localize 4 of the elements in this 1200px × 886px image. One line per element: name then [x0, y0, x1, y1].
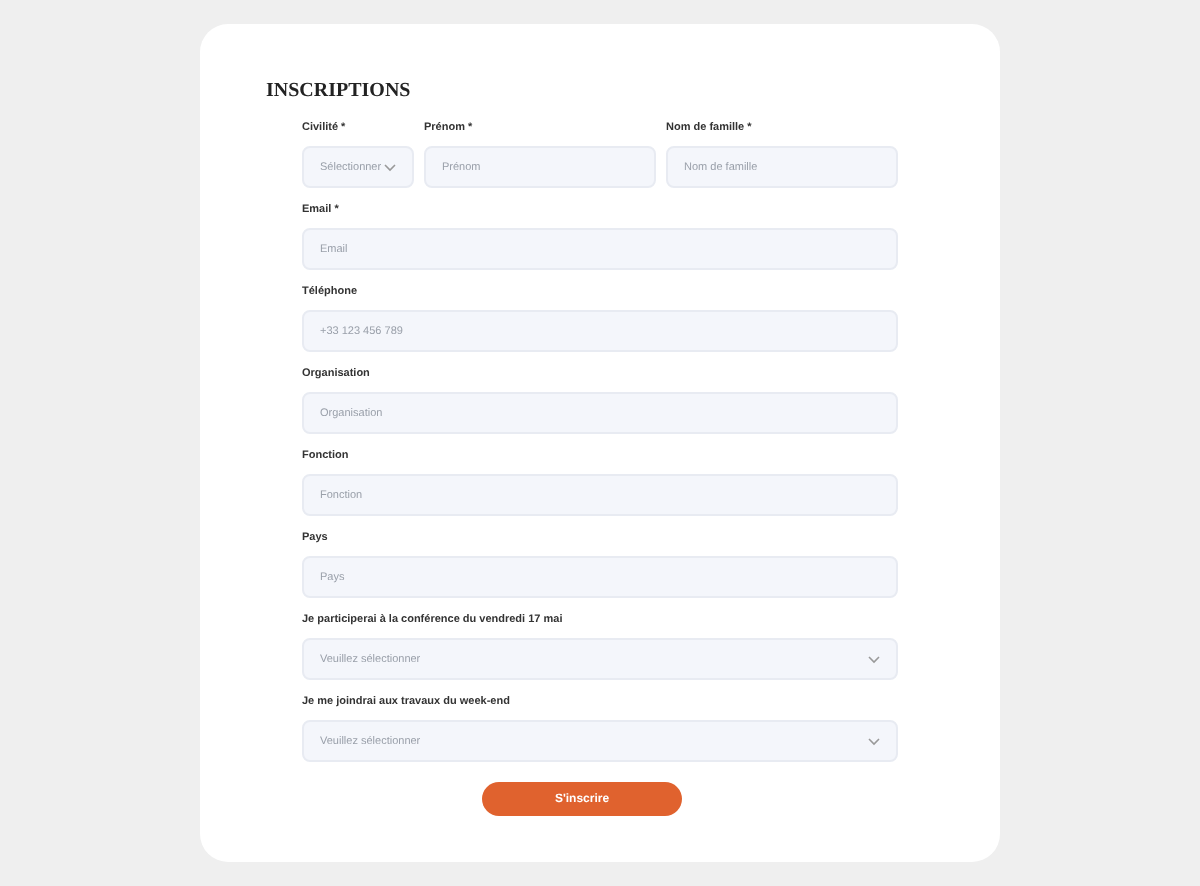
chevron-down-icon — [868, 655, 880, 663]
chevron-down-icon — [384, 163, 396, 171]
chevron-down-icon — [868, 737, 880, 745]
form-title: INSCRIPTIONS — [266, 80, 413, 102]
